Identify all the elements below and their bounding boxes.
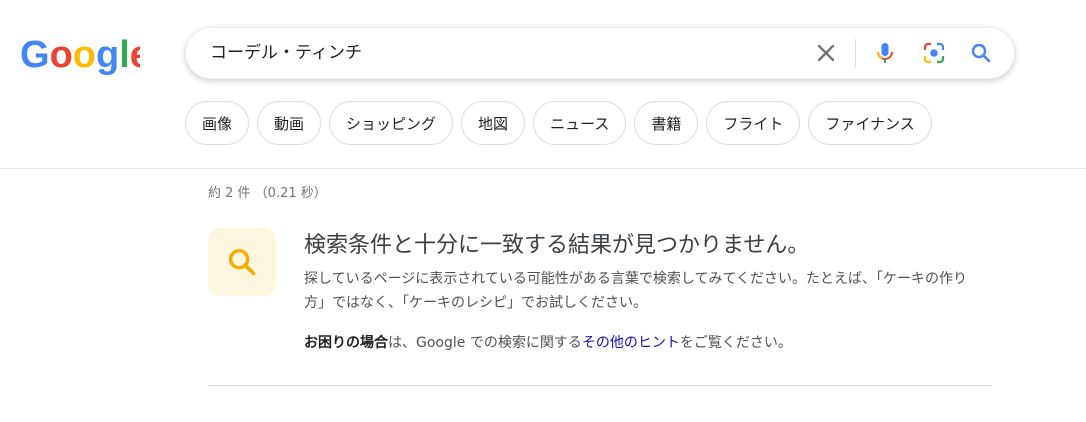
chip-books[interactable]: 書籍	[634, 101, 699, 145]
logo-letter-l: l	[119, 34, 130, 76]
more-tips-link[interactable]: その他のヒント	[582, 335, 680, 351]
microphone-icon[interactable]	[871, 39, 899, 67]
search-filter-chips: 画像 動画 ショッピング 地図 ニュース 書籍 フライト ファイナンス	[185, 101, 932, 145]
logo-letter-o1: o	[50, 34, 73, 76]
logo-letter-g2: g	[96, 34, 119, 76]
logo-letter-e: e	[130, 34, 140, 76]
help-bold-text: お困りの場合	[304, 335, 388, 351]
close-icon[interactable]	[812, 39, 840, 67]
chip-maps[interactable]: 地図	[461, 101, 526, 145]
camera-lens-icon[interactable]	[920, 39, 948, 67]
notice-search-icon	[208, 228, 276, 296]
no-results-description: 探しているページに表示されている可能性がある言葉で検索してみてください。たとえば…	[304, 271, 968, 311]
help-end-text: をご覧ください。	[679, 335, 792, 351]
chip-news[interactable]: ニュース	[533, 101, 627, 145]
search-box[interactable]: コーデル・ティンチ	[185, 27, 1015, 79]
search-divider	[855, 39, 856, 67]
svg-text:Google: Google	[20, 34, 140, 76]
search-icon[interactable]	[967, 39, 995, 67]
logo-letter-g: G	[20, 34, 50, 76]
search-input[interactable]: コーデル・ティンチ	[210, 28, 362, 78]
chip-videos[interactable]: 動画	[257, 101, 322, 145]
chip-finance[interactable]: ファイナンス	[808, 101, 932, 145]
chip-flights[interactable]: フライト	[706, 101, 801, 145]
help-text: お困りの場合は、Google での検索に関するその他のヒントをご覧ください。	[304, 331, 792, 355]
logo-letter-o2: o	[73, 34, 96, 76]
google-logo[interactable]: Google	[20, 33, 140, 77]
no-results-title: 検索条件と十分に一致する結果が見つかりません。	[304, 233, 810, 258]
result-stats: 約 2 件 （0.21 秒）	[208, 186, 327, 201]
help-middle-text: は、Google での検索に関する	[388, 335, 582, 351]
chip-images[interactable]: 画像	[185, 101, 250, 145]
chip-shopping[interactable]: ショッピング	[329, 101, 454, 145]
header-divider	[0, 168, 1086, 169]
results-divider	[208, 385, 991, 386]
